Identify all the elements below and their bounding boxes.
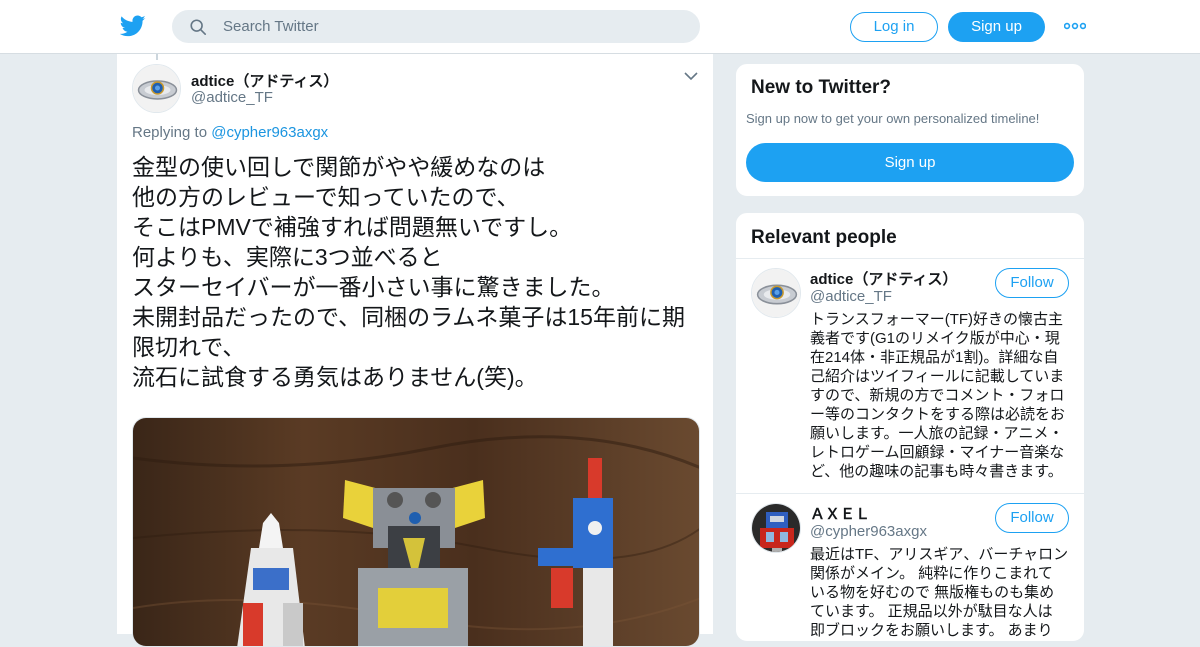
bio-line: すので、新規の方でコメント・フォロ — [810, 387, 1065, 404]
tweet-text: 金型の使い回しで関節がやや緩めなのは 他の方のレビューで知っていたので、 そこは… — [132, 152, 704, 392]
more-options-icon[interactable] — [1064, 18, 1086, 34]
tweet-text-line: 未開封品だったので、同梱のラムネ菓子は15年前に期 — [132, 304, 685, 330]
tweet-text-line: 何よりも、実際に3つ並べると — [132, 244, 443, 270]
replying-to-line: Replying to @cypher963axgx — [132, 124, 328, 141]
bio-line: 最近はTF、アリスギア、バーチャロン — [810, 546, 1069, 563]
tweet-text-line: そこはPMVで補強すれば問題無いですし。 — [132, 214, 573, 240]
bio-line: ています。 正規品以外が駄目な人は — [810, 603, 1053, 620]
ring-avatar-image — [752, 269, 800, 317]
sidebar-signup-button[interactable]: Sign up — [746, 143, 1074, 182]
tweet-text-line: 流石に試食する勇気はありません(笑)。 — [132, 364, 538, 390]
bio-line: 己紹介はツイフィールに記載していま — [810, 368, 1065, 385]
tweet-photo[interactable] — [132, 417, 700, 647]
avatar[interactable] — [751, 268, 801, 318]
bio-line: ー等のコンタクトをする際は必読をお — [810, 406, 1066, 423]
toy-robots-photo — [133, 418, 699, 646]
relevant-people-title: Relevant people — [751, 227, 897, 248]
follow-button[interactable]: Follow — [995, 503, 1069, 533]
person-bio: トランスフォーマー(TF)好きの懐古主 義者です(G1のリメイク版が中心・現 在… — [810, 310, 1072, 481]
relevant-people-card: Relevant people adtice（アドティス） @adtice_TF… — [735, 212, 1085, 642]
bio-line: レトロゲーム回顧録・マイナー音楽な — [810, 444, 1065, 461]
person-name[interactable]: ＡＸＥＬ — [810, 503, 870, 524]
tweet-author-name[interactable]: adtice（アドティス） — [191, 70, 338, 91]
tweet-text-line: 限切れで、 — [132, 334, 246, 360]
avatar[interactable] — [132, 64, 181, 113]
person-name[interactable]: adtice（アドティス） — [810, 268, 957, 289]
relevant-person: ＡＸＥＬ @cypher963axgx Follow 最近はTF、アリスギア、バ… — [736, 493, 1084, 643]
thread-connector — [156, 54, 158, 60]
bio-line: トランスフォーマー(TF)好きの懐古主 — [810, 311, 1064, 328]
bio-line: 関係がメイン。 純粋に作りこまれて — [810, 565, 1053, 582]
relevant-person: adtice（アドティス） @adtice_TF Follow トランスフォーマ… — [736, 258, 1084, 493]
search-box[interactable] — [172, 10, 700, 43]
tweet-column: adtice（アドティス） @adtice_TF Replying to @cy… — [116, 54, 714, 647]
person-bio: 最近はTF、アリスギア、バーチャロン 関係がメイン。 純粋に作りこまれて いる物… — [810, 545, 1072, 640]
bio-line: 在214体・非正規品が1割)。詳細な自 — [810, 349, 1059, 366]
bio-line: 願いします。一人旅の記録・アニメ・ — [810, 425, 1064, 442]
search-icon — [190, 19, 207, 36]
ring-avatar-image — [133, 65, 180, 112]
twitter-bird-logo-icon[interactable] — [120, 13, 146, 39]
new-to-twitter-title: New to Twitter? — [751, 77, 892, 98]
person-handle[interactable]: @adtice_TF — [810, 288, 892, 305]
bio-line: 即ブロックをお願いします。 あまり — [810, 622, 1053, 639]
replying-to-link[interactable]: @cypher963axgx — [211, 124, 328, 141]
signup-button[interactable]: Sign up — [948, 12, 1045, 42]
robot-avatar-image — [752, 504, 800, 552]
login-button[interactable]: Log in — [850, 12, 938, 42]
avatar[interactable] — [751, 503, 801, 553]
tweet-author-handle[interactable]: @adtice_TF — [191, 89, 273, 106]
tweet-text-line: 他の方のレビューで知っていたので、 — [132, 184, 520, 210]
tweet-text-line: スターセイバーが一番小さい事に驚きました。 — [132, 274, 615, 300]
chevron-down-icon[interactable] — [684, 71, 698, 81]
search-input[interactable] — [223, 11, 683, 42]
replying-to-prefix: Replying to — [132, 124, 208, 141]
bio-line: ど、他の趣味の記事も時々書きます。 — [810, 463, 1063, 480]
tweet-text-line: 金型の使い回しで関節がやや緩めなのは — [132, 154, 546, 180]
bio-line: いる物を好むので 無版権ものも集め — [810, 584, 1055, 601]
new-to-twitter-card: New to Twitter? Sign up now to get your … — [735, 63, 1085, 197]
person-handle[interactable]: @cypher963axgx — [810, 523, 927, 540]
bio-line: 義者です(G1のリメイク版が中心・現 — [810, 330, 1060, 347]
new-to-twitter-subtitle: Sign up now to get your own personalized… — [746, 111, 1040, 126]
top-nav-bar: Log in Sign up — [0, 0, 1200, 54]
follow-button[interactable]: Follow — [995, 268, 1069, 298]
